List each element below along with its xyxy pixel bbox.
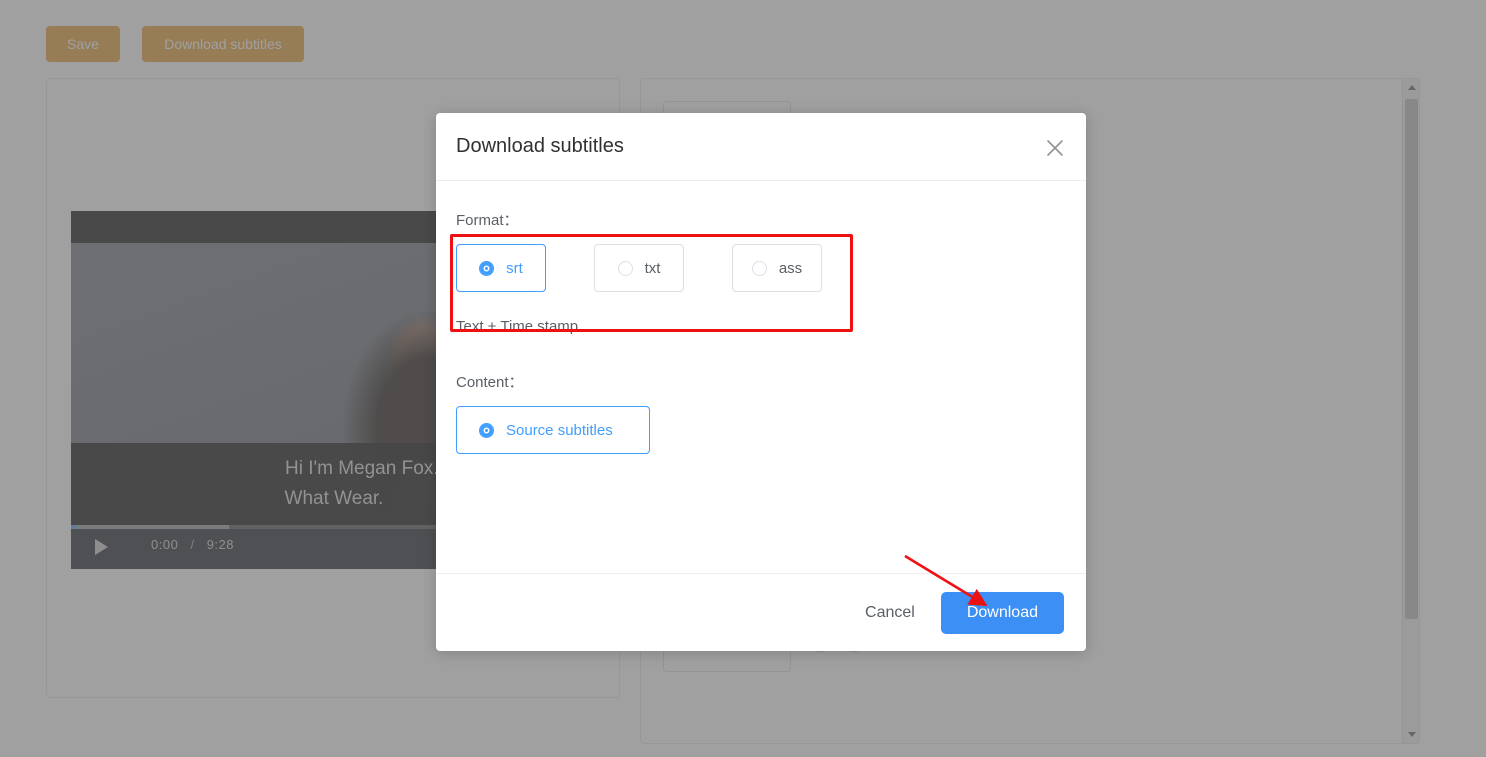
format-description: Text + Time stamp [456, 318, 579, 335]
dialog-footer: Cancel Download [436, 573, 1086, 651]
format-option-txt[interactable]: txt [594, 244, 684, 292]
content-label: Content： [456, 374, 524, 391]
dialog-body: Format： srt txt ass Text + Time stamp Co… [436, 181, 1086, 573]
radio-dot-icon [751, 260, 767, 276]
content-section: Content： Source subtitles [456, 371, 1066, 454]
download-button[interactable]: Download [940, 591, 1064, 634]
close-icon[interactable] [1044, 137, 1066, 159]
screen: Save Download subtitles Hi I'm Megan Fox… [0, 0, 1486, 757]
content-option-label: Source subtitles [506, 421, 613, 439]
cancel-button[interactable]: Cancel [861, 596, 919, 630]
format-option-srt[interactable]: srt [456, 244, 546, 292]
format-option-label: srt [506, 259, 523, 277]
format-option-label: txt [644, 259, 661, 277]
dialog-header: Download subtitles [436, 113, 1086, 181]
format-option-label: ass [778, 259, 803, 277]
format-option-ass[interactable]: ass [732, 244, 822, 292]
radio-dot-icon [479, 422, 494, 438]
content-radio-group: Source subtitles [456, 406, 1066, 454]
radio-dot-icon [617, 260, 633, 276]
download-subtitles-dialog: Download subtitles Format： srt txt ass T… [436, 113, 1086, 651]
format-radio-group: srt txt ass [456, 244, 1066, 292]
format-label: Format： [456, 212, 519, 229]
dialog-title: Download subtitles [456, 135, 624, 157]
content-option-source-subtitles[interactable]: Source subtitles [456, 406, 650, 454]
radio-dot-icon [479, 260, 495, 276]
